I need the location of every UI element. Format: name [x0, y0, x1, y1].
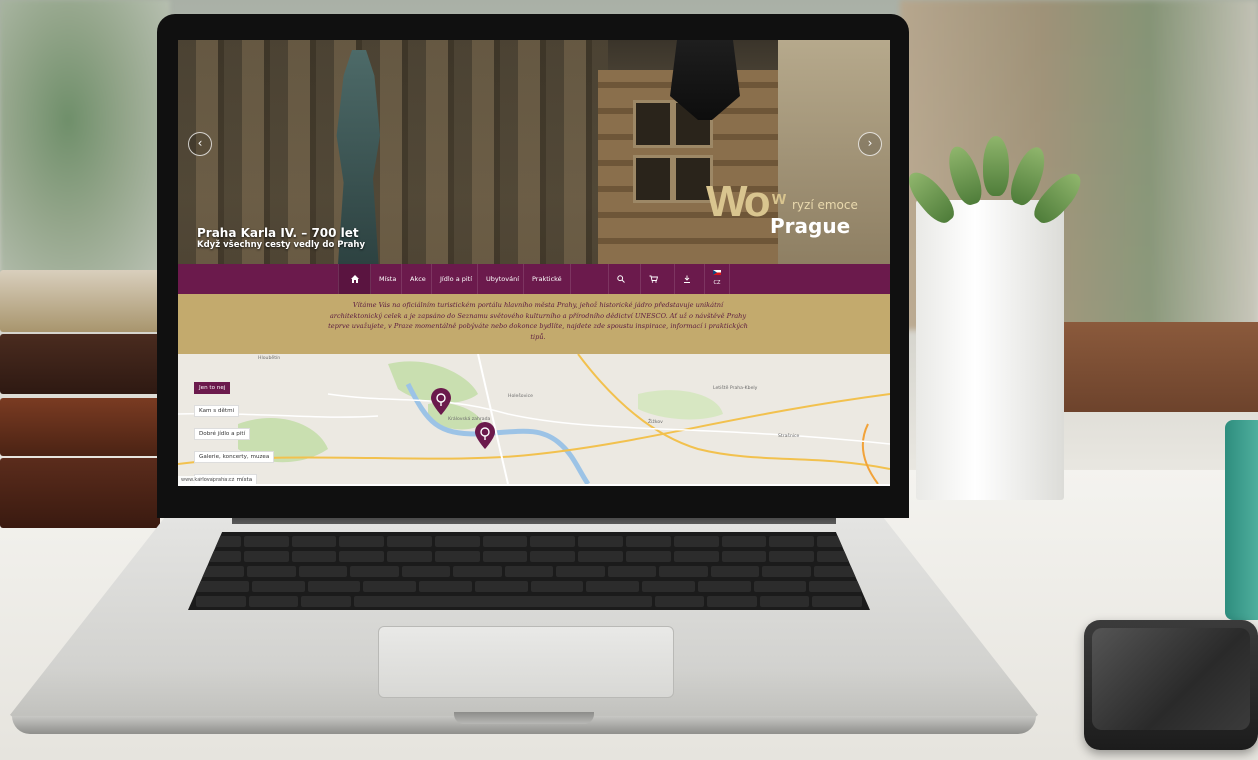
map-pin-icon[interactable] — [474, 422, 496, 450]
nav-home[interactable] — [338, 264, 371, 299]
logo-city: Prague — [770, 214, 851, 238]
map-place-label: Holešovice — [508, 394, 533, 399]
book — [0, 398, 160, 456]
filter-jen-to-nej[interactable]: Jen to nej — [194, 382, 231, 394]
trackpad — [378, 626, 674, 698]
wow-prague-logo[interactable]: Wo ryzí emoce Prague w — [706, 178, 886, 248]
map-place-label: Hloubětín — [258, 356, 281, 361]
succulent-plant — [901, 130, 1088, 229]
nav-item-akce[interactable]: Akce — [401, 264, 434, 294]
search-icon — [617, 275, 625, 283]
teal-cup — [1225, 420, 1258, 620]
nav-item-prakticke[interactable]: Praktické — [523, 264, 571, 294]
download-icon — [684, 275, 690, 283]
map-pin-icon[interactable] — [430, 388, 452, 416]
logo-wo: Wo — [706, 177, 771, 226]
intro-section: Vítáme Vás na oficiálním turistickém por… — [178, 294, 890, 354]
map-place-label: Strašnice — [778, 434, 800, 439]
website-screen: ‹ › Praha Karla IV. – 700 let Když všech… — [178, 40, 890, 486]
map-url[interactable]: www.karlovapraha.cz — [178, 476, 238, 484]
nav-item-mista[interactable]: Místa — [370, 264, 404, 294]
window-sill — [1060, 322, 1258, 412]
hero-window — [633, 155, 673, 203]
book — [0, 334, 160, 394]
nav-cart[interactable] — [640, 264, 665, 294]
language-code: CZ — [713, 280, 721, 286]
map-place-label: Žižkov — [648, 420, 663, 425]
hero-title[interactable]: Praha Karla IV. – 700 let — [197, 226, 359, 240]
chevron-right-icon: › — [867, 136, 873, 150]
main-navigation: Místa Akce Jídlo a pití Ubytování Prakti… — [178, 264, 890, 299]
flag-icon — [713, 270, 721, 275]
slider-prev-button[interactable]: ‹ — [188, 132, 212, 156]
home-icon — [351, 275, 359, 283]
chevron-left-icon: ‹ — [197, 136, 203, 150]
hero-banner: ‹ › Praha Karla IV. – 700 let Když všech… — [178, 40, 890, 264]
map-filters: Jen to nej Kam s dětmi Dobré jídlo a pit… — [194, 374, 284, 484]
plant-pot — [916, 200, 1064, 500]
leaf — [943, 142, 987, 209]
logo-w: w — [772, 188, 787, 208]
intro-text: Vítáme Vás na oficiálním turistickém por… — [328, 301, 748, 341]
cart-icon — [649, 275, 658, 283]
map-background — [178, 354, 890, 484]
filter-dobre-jidlo[interactable]: Dobré jídlo a pití — [194, 428, 251, 440]
map-place-label: Letiště Praha-Kbely — [713, 386, 758, 391]
nav-item-jidlo-a-piti[interactable]: Jídlo a pití — [431, 264, 480, 294]
interactive-map[interactable]: Hloubětín Letiště Praha-Kbely Holešovice… — [178, 354, 890, 484]
leaf — [983, 136, 1009, 196]
smartphone — [1084, 620, 1258, 750]
hero-window — [633, 100, 673, 148]
nav-search[interactable] — [608, 264, 633, 294]
filter-galerie[interactable]: Galerie, koncerty, muzea — [194, 451, 275, 463]
filter-kam-s-detmi[interactable]: Kam s dětmi — [194, 405, 240, 417]
nav-download[interactable] — [674, 264, 699, 294]
nav-language[interactable]: CZ — [704, 264, 730, 294]
laptop-notch — [454, 712, 594, 724]
nav-item-ubytovani[interactable]: Ubytování — [477, 264, 527, 294]
book — [0, 270, 160, 332]
hero-subtitle: Když všechny cesty vedly do Prahy — [197, 240, 365, 250]
slider-next-button[interactable]: › — [858, 132, 882, 156]
book — [0, 458, 160, 528]
book-stack — [0, 250, 165, 540]
keyboard — [188, 532, 870, 610]
logo-tagline: ryzí emoce — [792, 198, 858, 212]
